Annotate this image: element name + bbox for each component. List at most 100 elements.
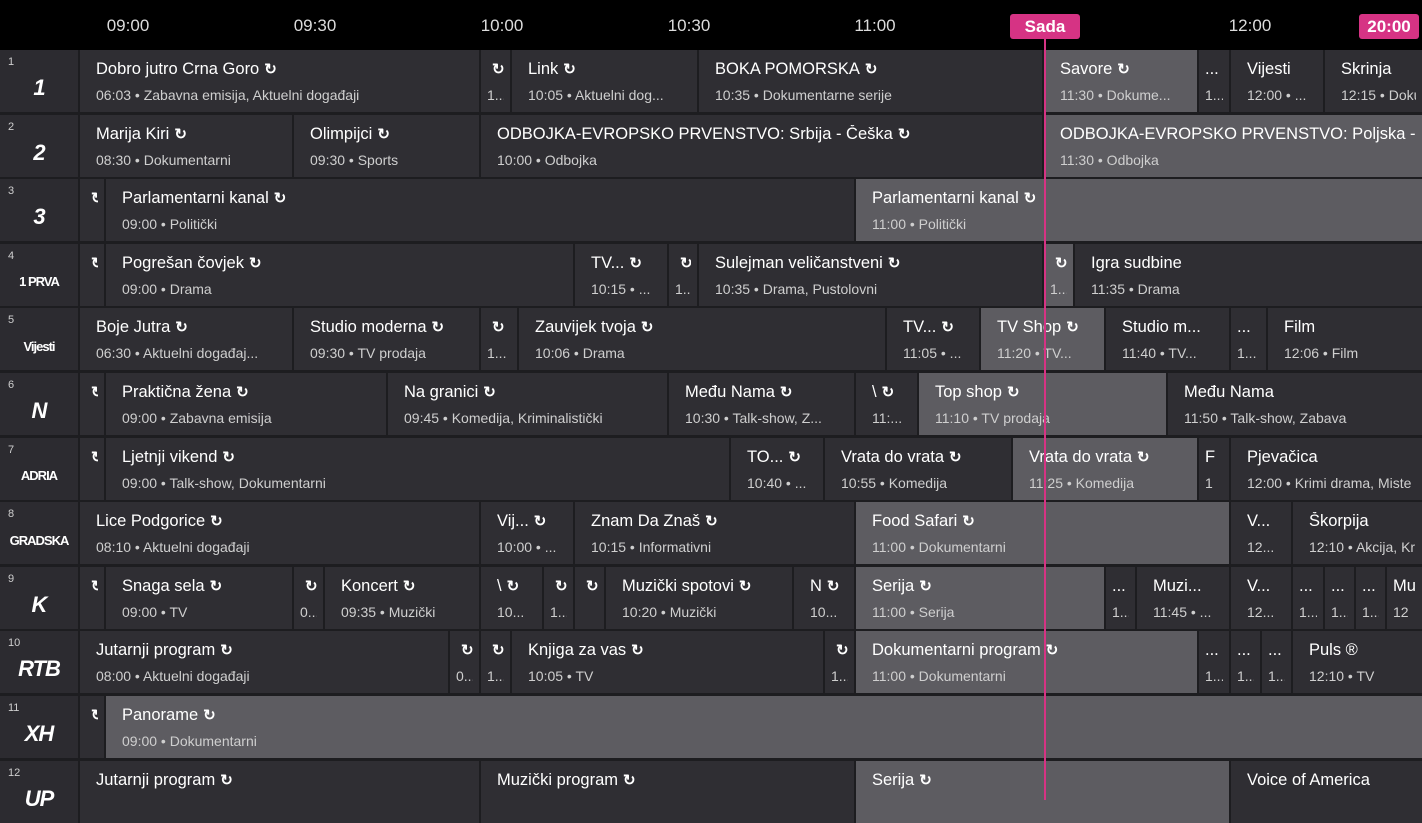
program-cell[interactable]: Lice Podgorice ↻ 08:10 • Aktuelni događaji [80, 502, 479, 565]
program-cell[interactable]: Pogrešan čovjek ↻ 09:00 • Drama [106, 243, 573, 306]
program-cell[interactable]: Dokumentarni program ↻ 11:00 • Dokumentarn… [856, 631, 1197, 694]
program-cell[interactable]: \ ↻ 11:... [856, 373, 917, 435]
program-cell[interactable]: ... 1... [1262, 631, 1291, 694]
program-cell[interactable]: ... 1... [1325, 566, 1354, 629]
program-cell[interactable]: TV Shop ↻ 11:20 • TV... [981, 308, 1104, 371]
program-cell[interactable]: ↻ 0... [450, 631, 479, 694]
program-cell[interactable]: ... 1... [1106, 566, 1135, 629]
program-cell[interactable]: ... 1... [1199, 631, 1229, 694]
channel-cell[interactable]: 11 XH [0, 696, 78, 758]
channel-cell[interactable]: 9K [0, 566, 78, 629]
program-cell[interactable]: Jutarnji program ↻ [80, 760, 479, 823]
program-cell[interactable]: ... 1... [1231, 631, 1260, 694]
program-cell[interactable]: Mu 12 [1387, 566, 1422, 629]
program-subtitle: 11:00 • Serija [872, 603, 955, 620]
program-cell[interactable]: ODBOJKA-EVROPSKO PRVENSTVO: Srbija - Češ… [481, 114, 1042, 177]
program-cell[interactable]: ↻ 1... [481, 50, 510, 112]
channel-cell[interactable]: 8 GRADSKA [0, 502, 78, 565]
program-cell[interactable]: ↻ [80, 696, 104, 758]
program-cell[interactable]: ↻ [80, 437, 104, 500]
program-cell[interactable]: Boje Jutra ↻ 06:30 • Aktuelni događaj... [80, 308, 292, 371]
program-cell[interactable]: ↻ [80, 179, 104, 242]
program-cell[interactable]: Sulejman veličanstveni ↻ 10:35 • Drama, Pu… [699, 243, 1042, 306]
program-cell[interactable]: Vrata do vrata ↻ 11:25 • Komedija [1013, 437, 1197, 500]
program-cell[interactable]: ↻ 1... [825, 631, 854, 694]
channel-cell[interactable]: 6N [0, 373, 78, 435]
channel-cell[interactable]: 33 [0, 179, 78, 242]
program-cell[interactable]: Parlamentarni kanal ↻ 09:00 • Politički [106, 179, 854, 242]
program-cell[interactable]: ... 1... [1293, 566, 1323, 629]
program-cell[interactable]: Na granici ↻ 09:45 • Komedija, Kriminalist… [388, 373, 667, 435]
channel-cell[interactable]: 4 1 PRVA [0, 243, 78, 306]
program-cell[interactable]: Top shop ↻ 11:10 • TV prodaja [919, 373, 1166, 435]
program-cell[interactable]: Ljetnji vikend ↻ 09:00 • Talk-show, Dokume… [106, 437, 729, 500]
program-cell[interactable]: ↻ 1... [481, 308, 517, 371]
program-cell[interactable]: Food Safari ↻ 11:00 • Dokumentarni [856, 502, 1229, 565]
program-cell[interactable]: Olimpijci ↻ 09:30 • Sports [294, 114, 479, 177]
program-subtitle: 06:03 • Zabavna emisija, Aktuelni događa… [96, 87, 360, 103]
program-cell[interactable]: Serija ↻ [856, 760, 1229, 823]
program-cell[interactable]: Studio m... 11:40 • TV... [1106, 308, 1229, 371]
program-cell[interactable]: Igra sudbine 11:35 • Drama [1075, 243, 1422, 306]
program-cell[interactable]: BOKA POMORSKA ↻ 10:35 • Dokumentarne serij… [699, 50, 1042, 112]
program-cell[interactable]: N ↻ 10... [794, 566, 854, 629]
program-cell[interactable]: ↻ [575, 566, 604, 629]
program-cell[interactable]: Skrinja 12:15 • Doku [1325, 50, 1422, 112]
program-cell[interactable]: Muzički spotovi ↻ 10:20 • Muzički [606, 566, 792, 629]
program-cell[interactable]: ↻ 1... [669, 243, 697, 306]
program-cell[interactable]: Dobro jutro Crna Goro ↻ 06:03 • Zabavna em… [80, 50, 479, 112]
program-cell[interactable]: Knjiga za vas ↻ 10:05 • TV [512, 631, 823, 694]
program-cell[interactable]: ... 1... [1199, 50, 1229, 112]
program-cell[interactable]: F1 [1199, 437, 1229, 500]
channel-cell[interactable]: 7 ADRIA [0, 437, 78, 500]
program-cell[interactable]: Film 12:06 • Film [1268, 308, 1422, 371]
program-cell[interactable]: Koncert ↻ 09:35 • Muzički [325, 566, 479, 629]
program-cell[interactable]: ODBOJKA-EVROPSKO PRVENSTVO: Poljska - B 1… [1044, 114, 1422, 177]
program-cell[interactable]: ... 1... [1356, 566, 1385, 629]
program-cell[interactable]: Škorpija 12:10 • Akcija, Kr [1293, 502, 1422, 565]
program-cell[interactable]: ↻ 1... [481, 631, 510, 694]
program-cell[interactable]: TO... ↻ 10:40 • ... [731, 437, 823, 500]
program-cell[interactable]: V... 12... [1231, 566, 1291, 629]
program-cell[interactable]: Serija ↻ 11:00 • Serija [856, 566, 1104, 629]
program-cell[interactable]: Parlamentarni kanal ↻ 11:00 • Politički [856, 179, 1422, 242]
program-cell[interactable]: Voice of America [1231, 760, 1422, 823]
program-cell[interactable]: Studio moderna ↻ 09:30 • TV prodaja [294, 308, 479, 371]
program-cell[interactable]: Pjevačica 12:00 • Krimi drama, Miste [1231, 437, 1422, 500]
program-cell[interactable]: Muzički program ↻ [481, 760, 854, 823]
channel-cell[interactable]: 10 RTB [0, 631, 78, 694]
program-cell[interactable]: Marija Kiri ↻ 08:30 • Dokumentarni [80, 114, 292, 177]
program-cell[interactable]: Link ↻ 10:05 • Aktuelni dog... [512, 50, 697, 112]
program-cell[interactable]: ↻ [80, 566, 104, 629]
program-cell[interactable]: Vijesti 12:00 • ... [1231, 50, 1323, 112]
channel-cell[interactable]: 22 [0, 114, 78, 177]
channel-cell[interactable]: 12 UP [0, 760, 78, 823]
program-cell[interactable]: Praktična žena ↻ 09:00 • Zabavna emisija [106, 373, 386, 435]
program-cell[interactable]: Zauvijek tvoja ↻ 10:06 • Drama [519, 308, 885, 371]
program-cell[interactable]: Među Nama ↻ 10:30 • Talk-show, Z... [669, 373, 854, 435]
program-cell[interactable]: Među Nama 11:50 • Talk-show, Zabava [1168, 373, 1422, 435]
program-cell[interactable]: Vij... ↻ 10:00 • ... [481, 502, 573, 565]
program-cell[interactable]: Muzi... 11:45 • ... [1137, 566, 1229, 629]
channel-cell[interactable]: 5 Vijesti [0, 308, 78, 371]
program-cell[interactable]: ↻ 1... [1044, 243, 1073, 306]
program-cell[interactable]: Savore ↻ 11:30 • Dokume... [1044, 50, 1197, 112]
program-cell[interactable]: \ ↻ 10... [481, 566, 542, 629]
program-cell[interactable]: ↻ [80, 373, 104, 435]
program-cell[interactable]: TV... ↻ 10:15 • ... [575, 243, 667, 306]
program-cell[interactable]: ↻ 1... [544, 566, 573, 629]
program-cell[interactable]: Jutarnji program ↻ 08:00 • Aktuelni događa… [80, 631, 448, 694]
program-cell[interactable]: Snaga sela ↻ 09:00 • TV [106, 566, 292, 629]
program-cell[interactable]: ↻ [80, 243, 104, 306]
program-cell[interactable]: Puls ® 12:10 • TV [1293, 631, 1422, 694]
channel-cell[interactable]: 11 [0, 50, 78, 112]
program-cell[interactable]: V... 12... [1231, 502, 1291, 565]
program-cell[interactable]: ↻ 0... [294, 566, 323, 629]
now-marker-badge[interactable]: Sada [1010, 14, 1080, 39]
program-cell[interactable]: Panorame ↻ 09:00 • Dokumentarni [106, 696, 1422, 758]
program-subtitle: 10:15 • Informativni [591, 539, 712, 556]
program-cell[interactable]: ... 1... [1231, 308, 1266, 371]
program-cell[interactable]: Znam Da Znaš ↻ 10:15 • Informativni [575, 502, 854, 565]
program-cell[interactable]: Vrata do vrata ↻ 10:55 • Komedija [825, 437, 1011, 500]
program-cell[interactable]: TV... ↻ 11:05 • ... [887, 308, 979, 371]
